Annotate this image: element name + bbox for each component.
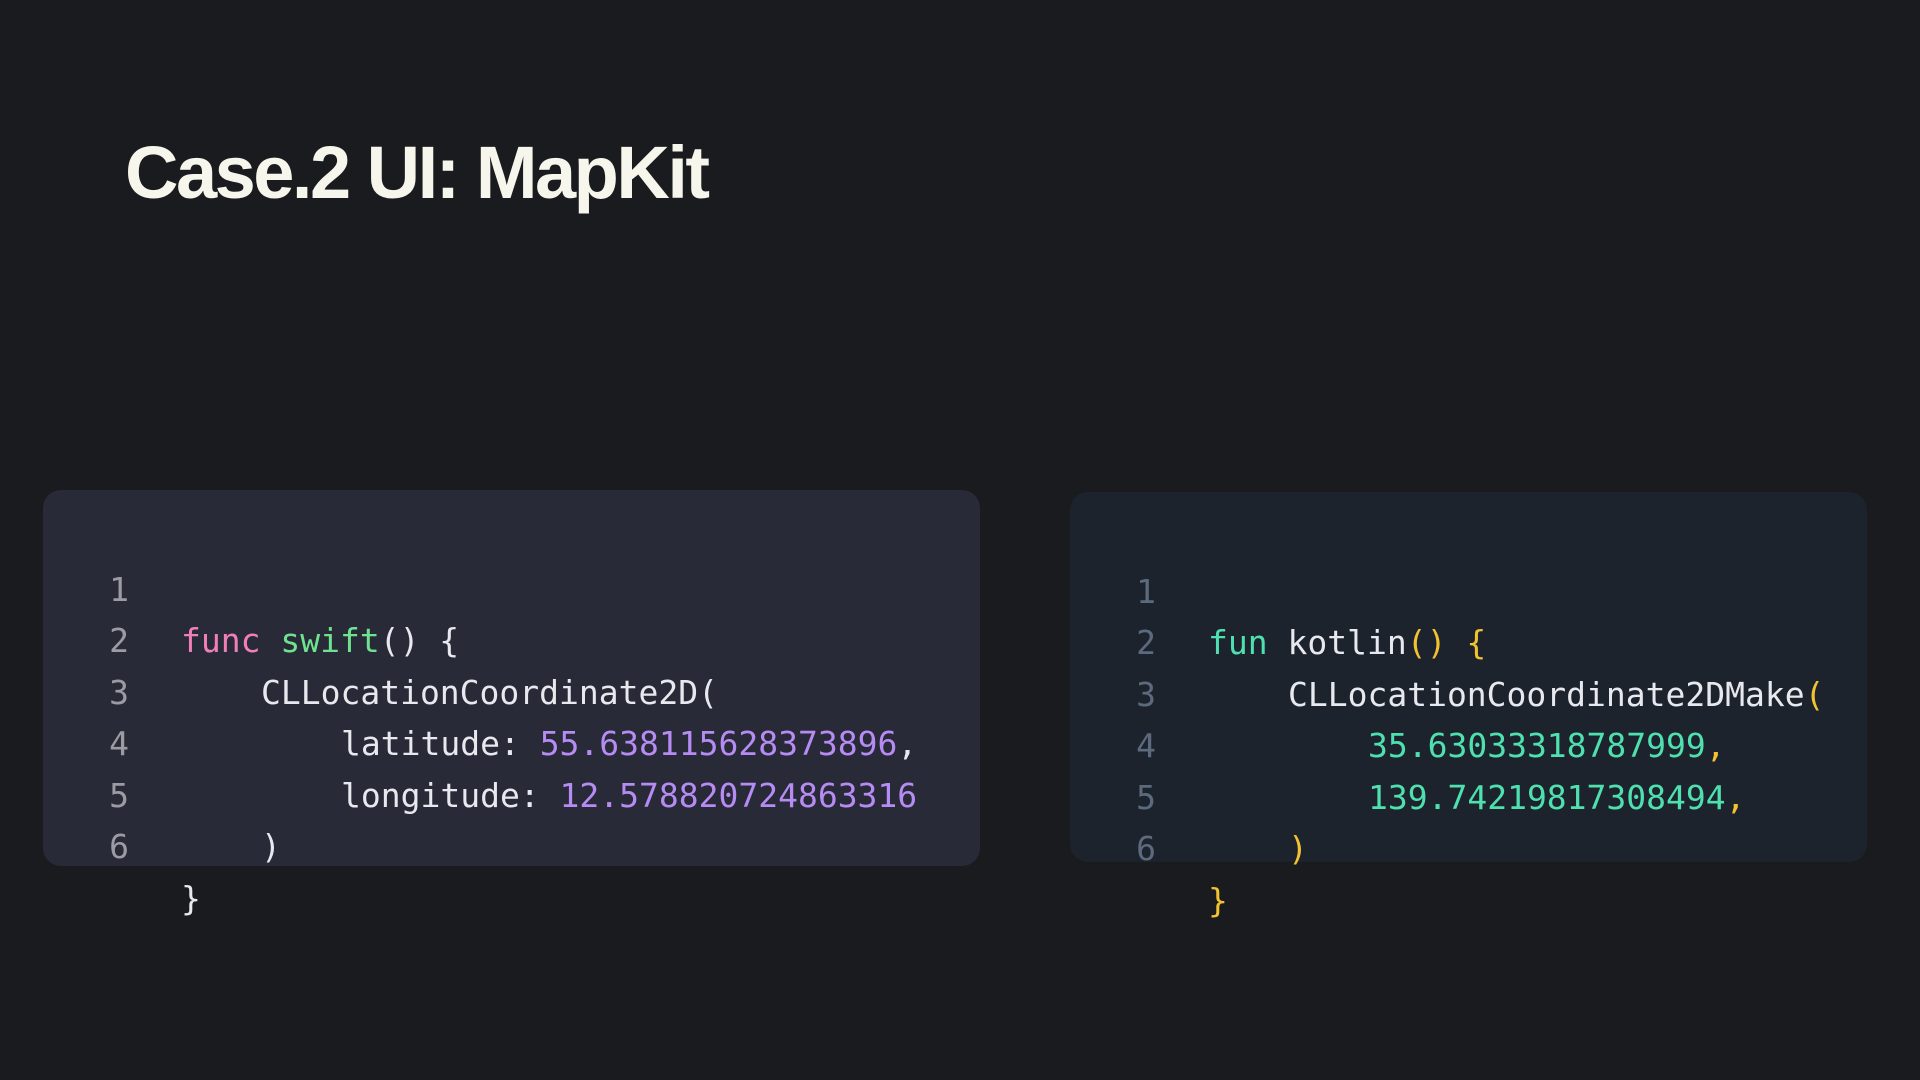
line-number: 6 [1136,829,1156,868]
paren-token: ) [1288,829,1308,868]
punctuation-token: } [181,878,201,918]
brace-token: } [1208,880,1228,920]
code-line: 5 ) [1070,720,1867,869]
code-text: } [1208,875,1228,927]
code-text: } [181,873,201,925]
code-line: 4 longitude: 12.578820724863316 [43,667,980,815]
kotlin-code-panel: 1 fun kotlin() { 2 CLLocationCoordinate2… [1070,492,1867,920]
code-line: 2 CLLocationCoordinate2D( [43,564,980,712]
code-line: 3 latitude: 55.638115628373896, [43,615,980,764]
swift-code-panel: 1 func swift() { 2 CLLocationCoordinate2… [43,490,980,918]
code-line: 6 } [43,770,980,918]
code-line: 3 35.63033318787999, [1070,617,1867,766]
punctuation-token: ) [261,827,281,866]
line-number: 6 [109,827,129,866]
slide-title: Case.2 UI: MapKit [125,131,710,214]
slide: Case.2 UI: MapKit 1 func swift() { 2 CLL… [0,0,1920,1080]
code-text: ) [1208,823,1308,875]
code-line: 1 fun kotlin() { [1070,514,1867,663]
code-line: 6 } [1070,772,1867,920]
code-line: 1 func swift() { [43,512,980,661]
code-text: ) [181,821,281,873]
code-line: 4 139.74219817308494, [1070,669,1867,817]
code-line: 5 ) [43,718,980,867]
code-line: 2 CLLocationCoordinate2DMake( [1070,566,1867,714]
